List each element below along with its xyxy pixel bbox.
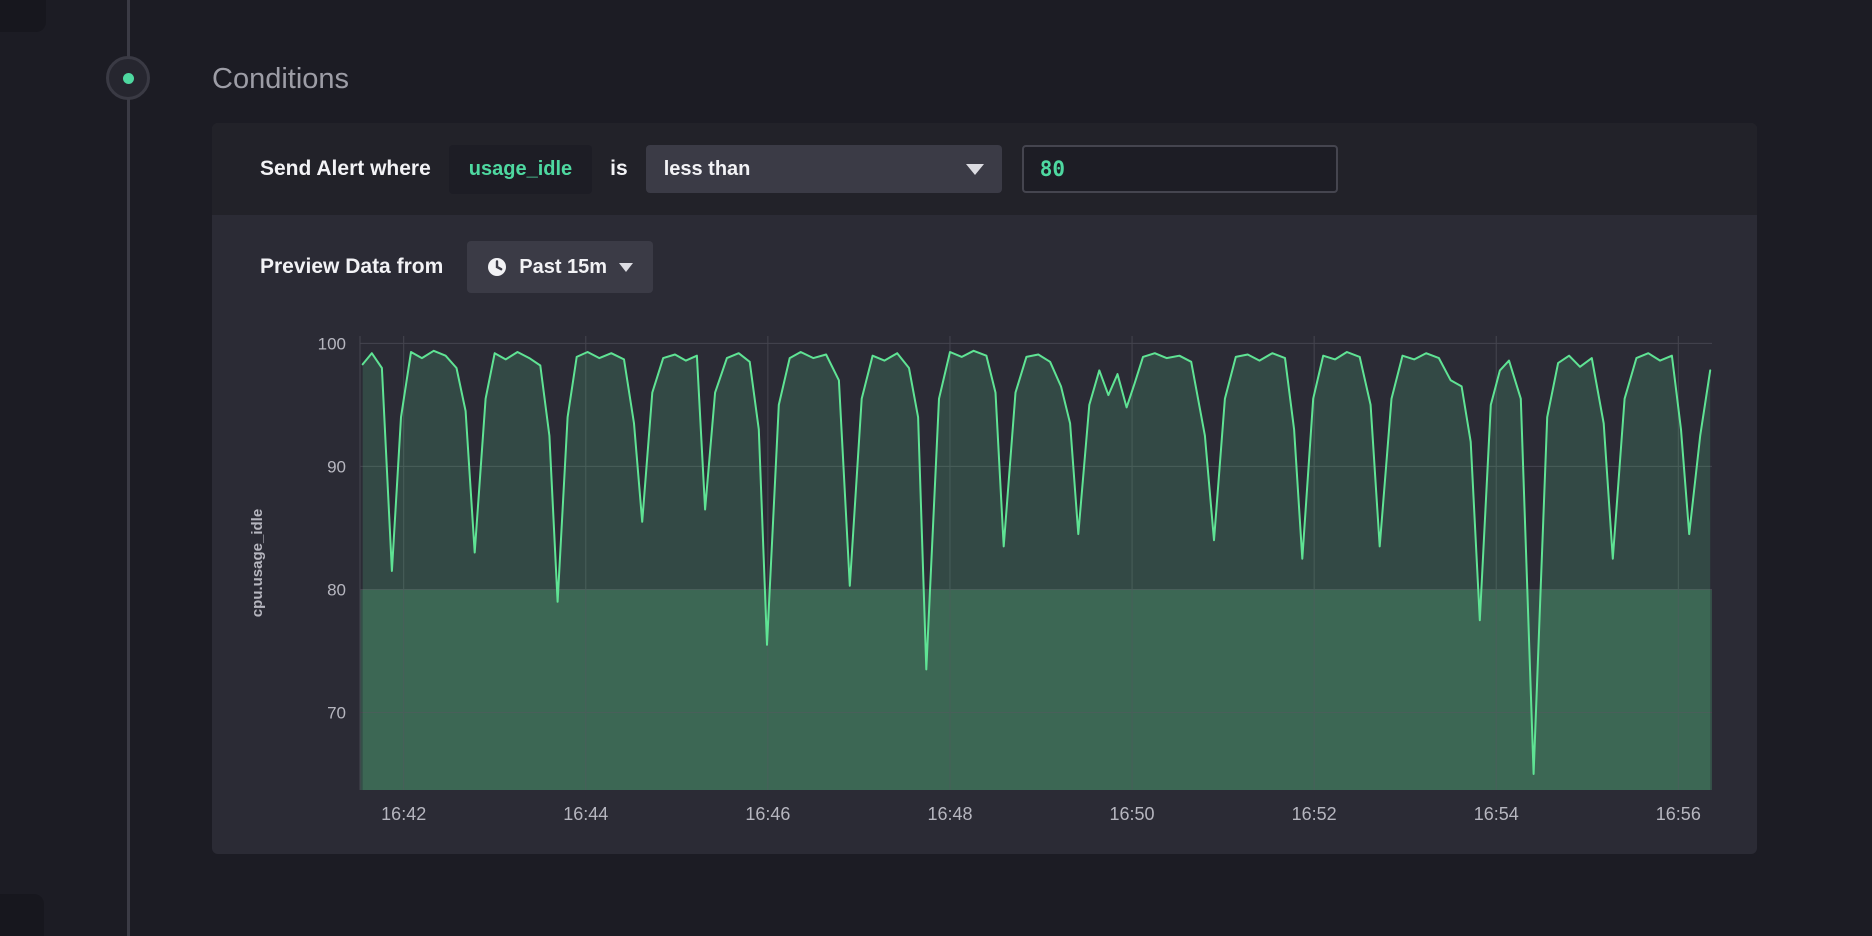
chevron-down-icon <box>619 263 633 272</box>
svg-text:16:46: 16:46 <box>745 804 790 824</box>
operator-dropdown[interactable]: less than <box>646 145 1002 193</box>
adjacent-card-fragment-top <box>0 0 46 32</box>
step-connector-line <box>127 0 130 936</box>
svg-text:cpu.usage_idle: cpu.usage_idle <box>249 509 266 617</box>
svg-text:16:42: 16:42 <box>381 804 426 824</box>
is-label: is <box>610 157 628 181</box>
svg-text:16:50: 16:50 <box>1110 804 1155 824</box>
svg-text:16:52: 16:52 <box>1292 804 1337 824</box>
preview-data-from-label: Preview Data from <box>260 255 443 279</box>
clock-icon <box>487 257 507 277</box>
step-indicator-conditions[interactable] <box>106 56 150 100</box>
condition-builder-row: Send Alert where usage_idle is less than <box>212 123 1757 215</box>
threshold-value-input[interactable] <box>1022 145 1338 193</box>
send-alert-where-label: Send Alert where <box>260 157 431 181</box>
adjacent-card-fragment-bottom <box>0 894 44 936</box>
svg-text:16:44: 16:44 <box>563 804 608 824</box>
conditions-card: Send Alert where usage_idle is less than… <box>212 123 1757 854</box>
time-range-value: Past 15m <box>519 256 607 279</box>
svg-text:80: 80 <box>327 580 346 599</box>
svg-text:16:48: 16:48 <box>927 804 972 824</box>
operator-dropdown-value: less than <box>664 158 751 181</box>
time-range-dropdown[interactable]: Past 15m <box>467 241 653 293</box>
svg-text:90: 90 <box>327 457 346 476</box>
alert-field-chip[interactable]: usage_idle <box>449 145 592 194</box>
section-title: Conditions <box>212 63 349 96</box>
step-active-dot-icon <box>123 73 134 84</box>
preview-controls-row: Preview Data from Past 15m <box>212 215 1757 293</box>
alert-rule-page: { "step": { "title": "Conditions" }, "co… <box>0 0 1872 936</box>
svg-text:70: 70 <box>327 703 346 722</box>
preview-chart[interactable]: 70 80 90 100 16:42 16:44 16:46 16:48 16:50 16:52 1… <box>232 296 1728 836</box>
svg-text:16:54: 16:54 <box>1474 804 1519 824</box>
svg-text:16:56: 16:56 <box>1656 804 1701 824</box>
svg-text:100: 100 <box>318 334 346 353</box>
chevron-down-icon <box>966 164 984 175</box>
preview-chart-area: 70 80 90 100 16:42 16:44 16:46 16:48 16:50 16:52 1… <box>232 296 1728 836</box>
